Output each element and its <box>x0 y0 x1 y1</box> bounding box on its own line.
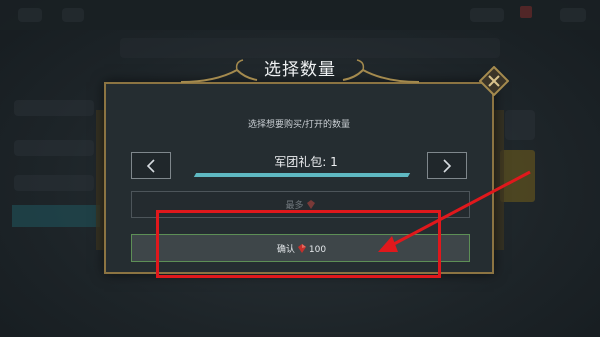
game-screen: 选择想要购买/打开的数量 军团礼包: 1 最多 确认 100 选择数量 <box>0 0 600 337</box>
pointer-arrow-annotation <box>378 170 531 252</box>
